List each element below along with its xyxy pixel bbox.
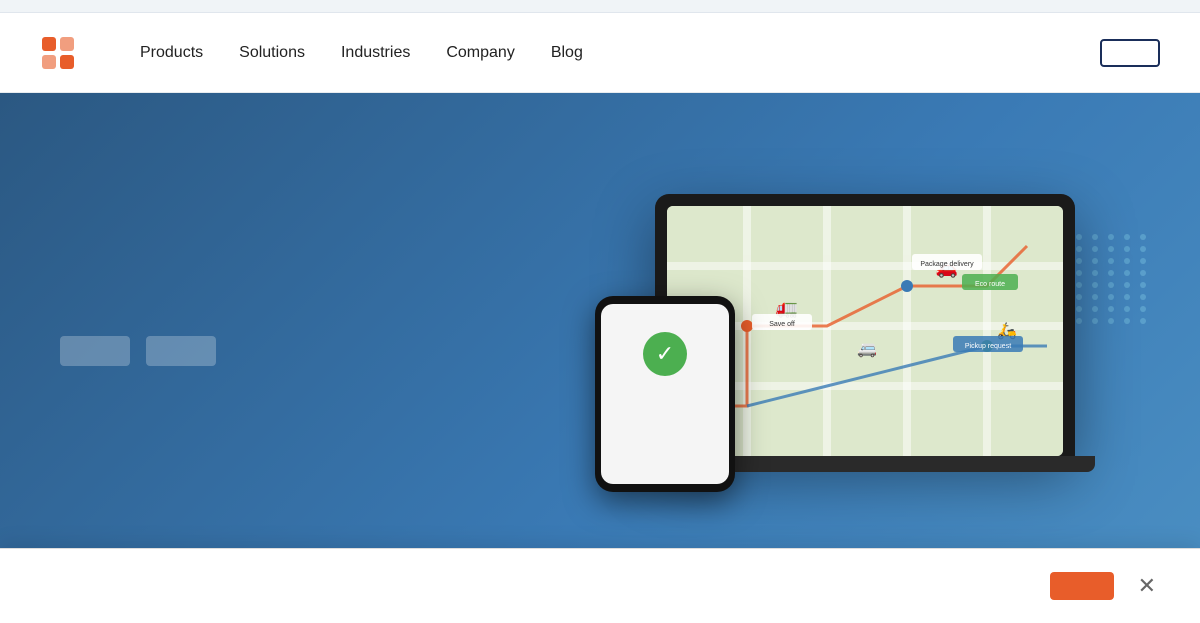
laptop-mockup: ✓ [655, 194, 1085, 472]
cookie-banner: ✕ [0, 548, 1200, 623]
nav-item-solutions[interactable]: Solutions [225, 36, 319, 70]
nav-item-industries[interactable]: Industries [327, 36, 424, 70]
nav-item-products[interactable]: Products [126, 36, 217, 70]
allow-all-button[interactable] [1050, 572, 1114, 600]
hero-image: const dotsContainer = document.querySele… [580, 194, 1160, 472]
partner-logo-2 [146, 336, 216, 366]
navbar: Products Solutions Industries Company Bl… [0, 13, 1200, 93]
cookie-actions: ✕ [1030, 571, 1160, 601]
svg-text:Pickup request: Pickup request [965, 343, 1011, 350]
cookie-text-area [40, 582, 1000, 590]
phone-screen: ✓ [601, 304, 729, 484]
phone-mockup: ✓ [595, 296, 735, 492]
bringg-logo-icon [40, 35, 76, 71]
utility-bar [0, 0, 1200, 13]
nav-item-company[interactable]: Company [432, 36, 528, 70]
svg-text:Save off: Save off [769, 321, 795, 328]
svg-text:Eco route: Eco route [975, 281, 1005, 288]
partner-logo-1 [60, 336, 130, 366]
nav-links: Products Solutions Industries Company Bl… [126, 36, 1100, 70]
svg-text:🚐: 🚐 [857, 341, 877, 358]
delivery-success-icon: ✓ [643, 332, 687, 376]
svg-text:Package delivery: Package delivery [920, 261, 974, 268]
book-demo-button[interactable] [1100, 39, 1160, 67]
logo-link[interactable] [40, 35, 86, 71]
hero-content [60, 300, 580, 366]
close-cookie-button[interactable]: ✕ [1134, 571, 1160, 601]
nav-item-blog[interactable]: Blog [537, 36, 597, 70]
partner-logos [60, 336, 580, 366]
hero-section: const dotsContainer = document.querySele… [0, 93, 1200, 573]
